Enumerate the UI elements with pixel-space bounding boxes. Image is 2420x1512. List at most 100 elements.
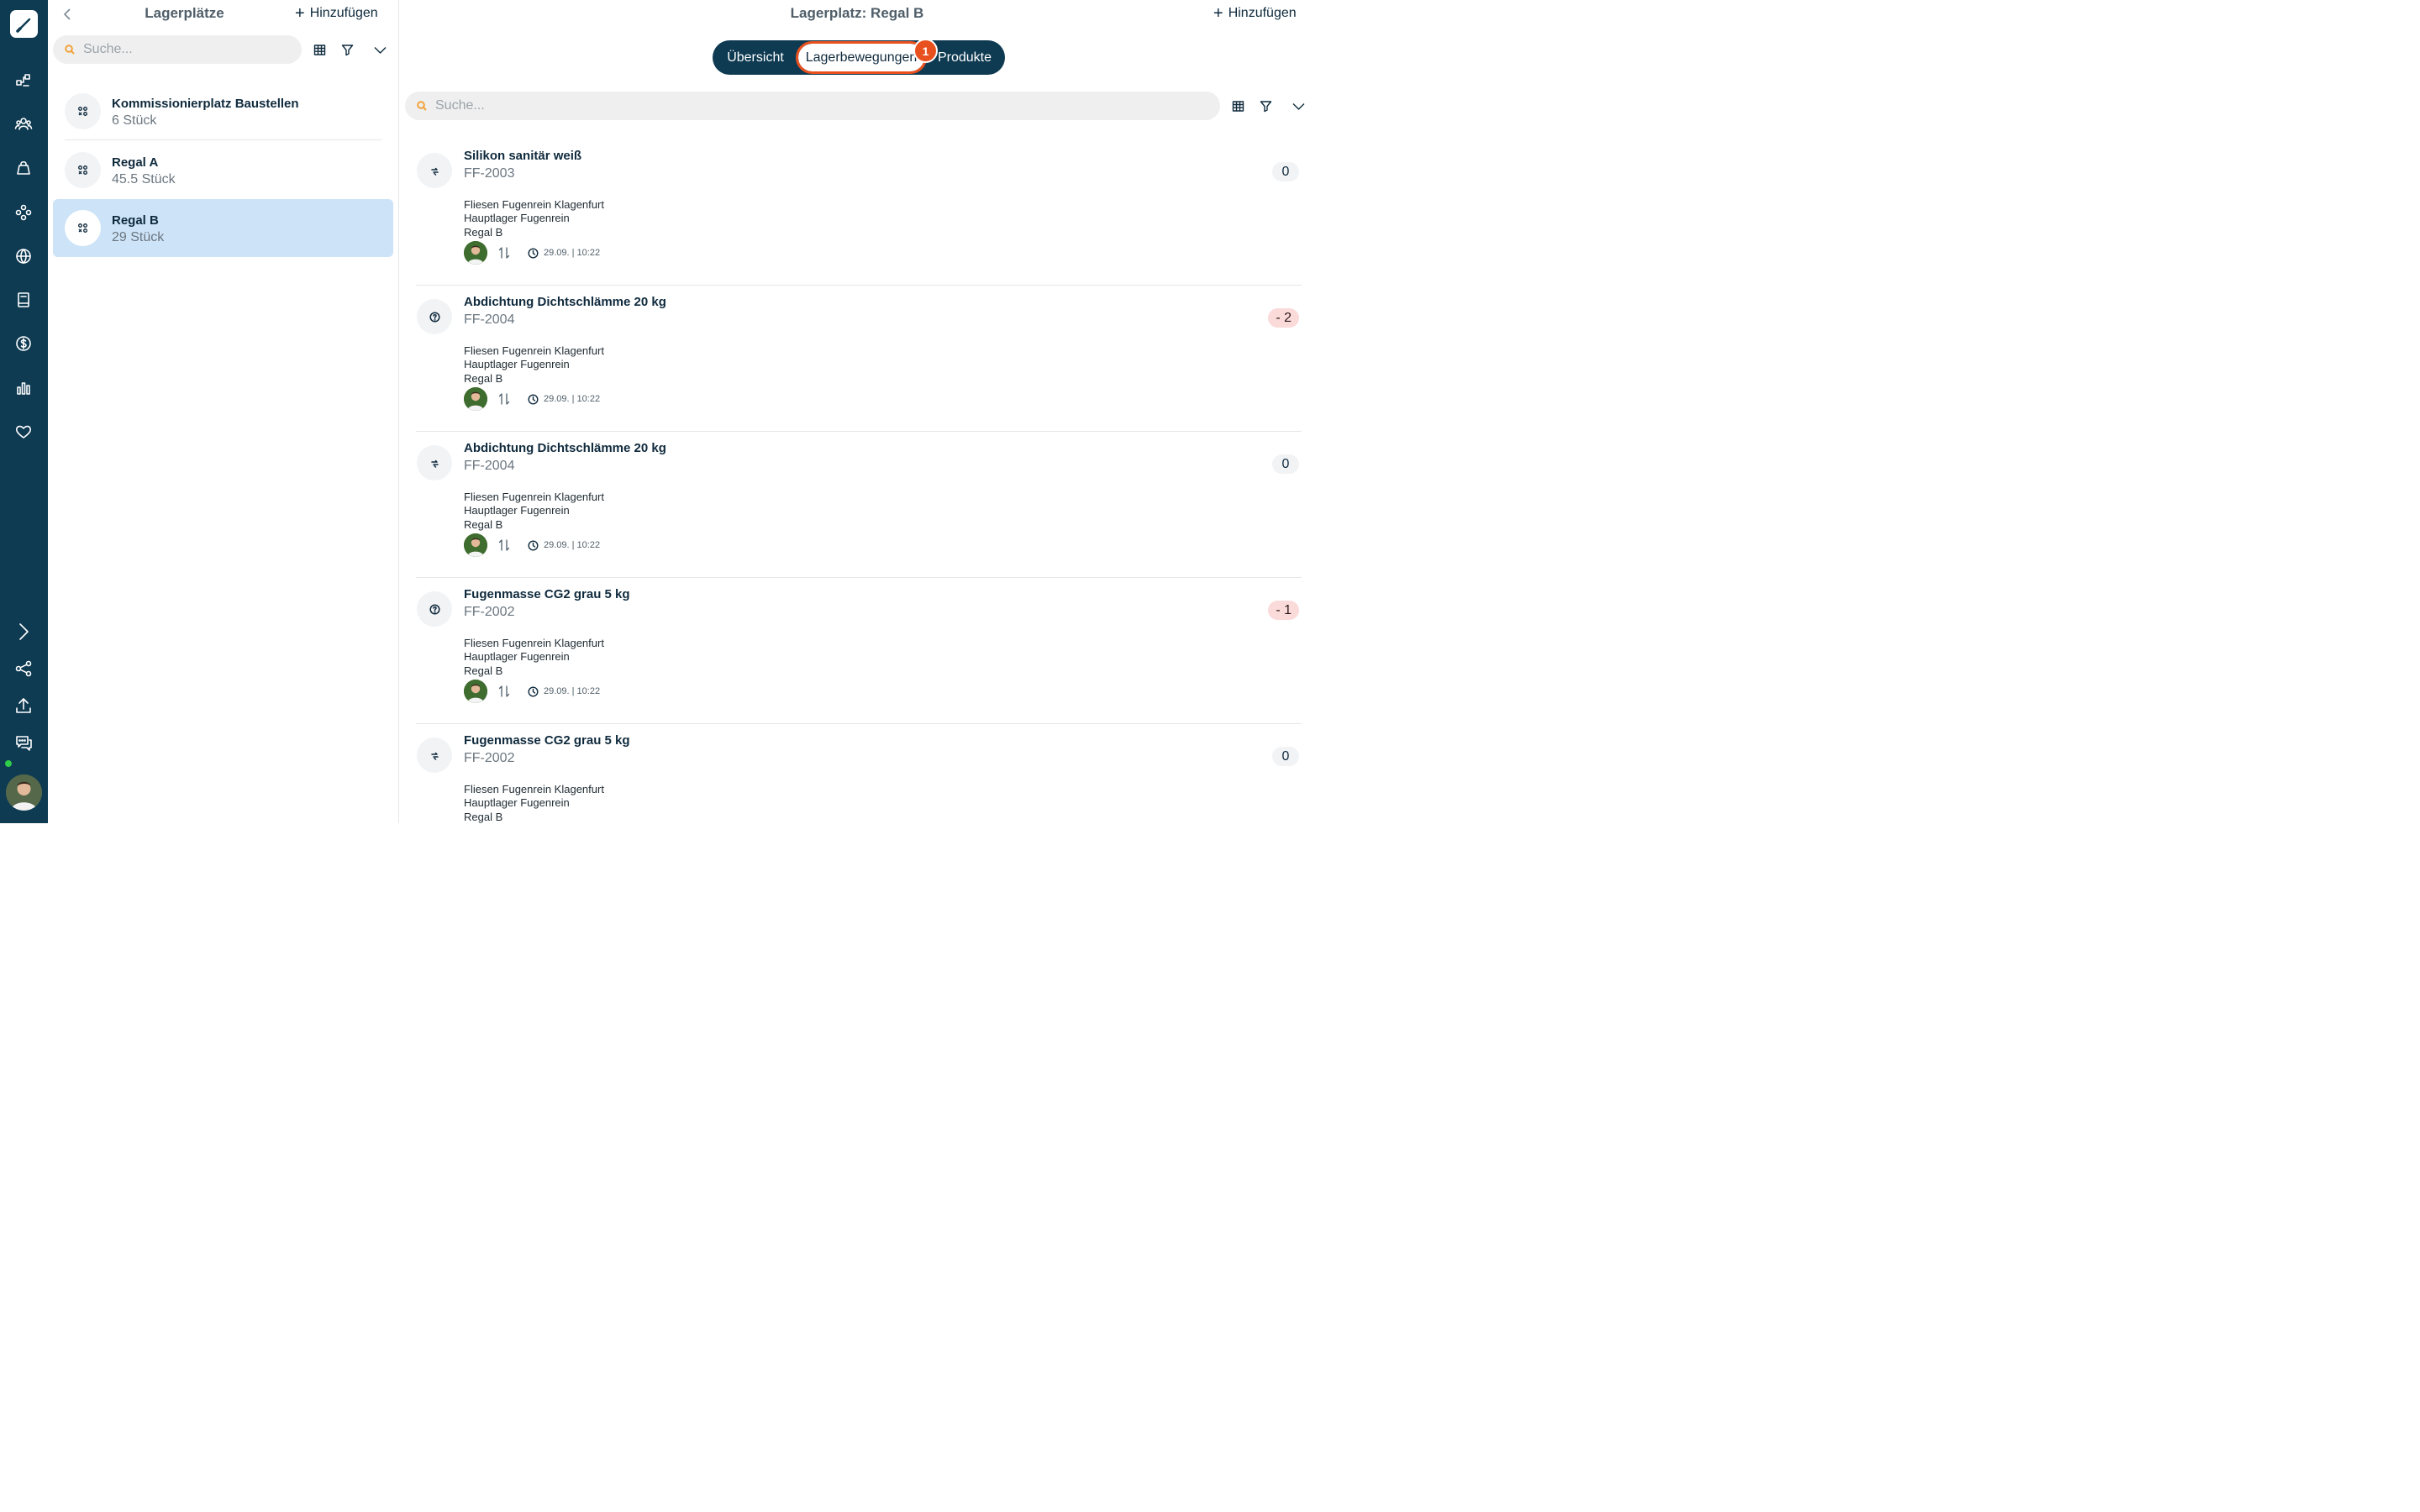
company-name: Fliesen Fugenrein Klagenfurt — [464, 783, 604, 795]
location-name: Regal B — [464, 664, 503, 677]
filter-icon[interactable] — [339, 42, 355, 57]
movement-row[interactable]: Abdichtung Dichtschlämme 20 kg FF-2004 F… — [416, 432, 1302, 578]
product-name: Fugenmasse CG2 grau 5 kg — [464, 587, 630, 601]
product-sku: FF-2003 — [464, 166, 515, 181]
team-icon[interactable] — [13, 114, 34, 134]
movement-row[interactable]: Silikon sanitär weiß FF-2003 Fliesen Fug… — [416, 139, 1302, 286]
company-name: Fliesen Fugenrein Klagenfurt — [464, 344, 604, 357]
add-movement-label: Hinzufügen — [1228, 6, 1297, 20]
share-icon[interactable] — [13, 659, 34, 679]
panel-header: Lagerplätze + Hinzufügen — [48, 0, 399, 29]
movement-meta: 29.09. | 10:22 — [464, 241, 600, 265]
tab-bar: Übersicht Lagerbewegungen Produkte — [713, 40, 1005, 75]
quantity-badge: 0 — [1272, 454, 1299, 474]
globe-icon[interactable] — [13, 246, 34, 266]
book-icon[interactable] — [13, 290, 34, 310]
product-name: Fugenmasse CG2 grau 5 kg — [464, 733, 630, 748]
plus-icon: + — [295, 4, 305, 23]
online-status-dot — [4, 759, 13, 768]
location-name: Regal B — [464, 372, 503, 385]
chevron-right-icon[interactable] — [13, 622, 34, 642]
tab-products[interactable]: Produkte — [931, 40, 998, 75]
bag-icon[interactable] — [13, 158, 34, 178]
add-location-button[interactable]: + Hinzufügen — [295, 5, 378, 22]
quantity-badge: 0 — [1272, 162, 1299, 181]
clock-icon — [528, 393, 539, 405]
question-icon — [417, 299, 452, 334]
panel-title: Lagerplätze — [145, 5, 224, 21]
product-name: Abdichtung Dichtschlämme 20 kg — [464, 295, 666, 309]
location-count: 29 Stück — [112, 230, 165, 244]
dollar-icon[interactable] — [13, 333, 34, 354]
movement-row[interactable]: Abdichtung Dichtschlämme 20 kg FF-2004 F… — [416, 286, 1302, 432]
add-movement-button[interactable]: + Hinzufügen — [1213, 5, 1297, 22]
location-item[interactable]: Regal A 45.5 Stück — [53, 141, 393, 199]
search-icon — [65, 45, 75, 55]
movement-meta: 29.09. | 10:22 — [464, 387, 600, 411]
step-badge: 1 — [913, 39, 938, 63]
swap-arrows-icon — [498, 392, 510, 406]
warehouse-name: Hauptlager Fugenrein — [464, 504, 570, 517]
user-avatar — [464, 387, 487, 411]
search-icon — [417, 101, 427, 111]
product-sku: FF-2002 — [464, 751, 515, 765]
product-sku: FF-2004 — [464, 312, 515, 327]
product-sku: FF-2004 — [464, 459, 515, 473]
chat-icon[interactable] — [13, 732, 34, 753]
plus-icon: + — [1213, 4, 1223, 23]
location-count: 45.5 Stück — [112, 172, 176, 186]
location-name: Regal A — [112, 155, 159, 170]
location-item-selected[interactable]: Regal B 29 Stück — [53, 199, 393, 257]
upload-icon[interactable] — [13, 696, 34, 716]
warehouse-name: Hauptlager Fugenrein — [464, 358, 570, 370]
location-name: Regal B — [464, 811, 503, 823]
chevron-down-icon[interactable] — [372, 42, 387, 57]
quantity-badge: - 2 — [1268, 308, 1299, 328]
swap-arrows-icon — [498, 685, 510, 698]
app-sidebar — [0, 0, 48, 823]
product-name: Silikon sanitär weiß — [464, 149, 582, 163]
tab-stock-movements[interactable]: Lagerbewegungen — [796, 41, 927, 74]
table-view-icon[interactable] — [1230, 98, 1245, 113]
storage-locations-panel: Lagerplätze + Hinzufügen Kommissionierpl… — [48, 0, 399, 823]
location-item[interactable]: Kommissionierplatz Baustellen 6 Stück — [53, 82, 393, 140]
brush-logo-icon[interactable] — [10, 10, 38, 38]
user-avatar — [464, 680, 487, 703]
quantity-badge: 0 — [1272, 747, 1299, 766]
tab-overview[interactable]: Übersicht — [721, 40, 790, 75]
movement-time: 29.09. | 10:22 — [544, 540, 601, 550]
clock-icon — [528, 539, 539, 551]
user-avatar[interactable] — [6, 774, 42, 811]
company-name: Fliesen Fugenrein Klagenfurt — [464, 491, 604, 503]
product-name: Abdichtung Dichtschlämme 20 kg — [464, 441, 666, 455]
location-name: Regal B — [464, 518, 503, 531]
swap-arrows-icon — [498, 246, 510, 260]
swap-arrows-icon — [498, 538, 510, 552]
movement-meta: 29.09. | 10:22 — [464, 680, 600, 703]
heart-icon[interactable] — [13, 422, 34, 442]
filter-icon[interactable] — [1258, 98, 1273, 113]
flow-icon[interactable] — [13, 71, 34, 91]
user-avatar — [464, 533, 487, 557]
movement-time: 29.09. | 10:22 — [544, 394, 601, 404]
add-location-label: Hinzufügen — [309, 6, 378, 20]
movement-meta: 29.09. | 10:22 — [464, 533, 600, 557]
transfer-icon — [417, 445, 452, 480]
chart-icon[interactable] — [13, 378, 34, 398]
table-view-icon[interactable] — [312, 42, 327, 57]
movement-row[interactable]: Fugenmasse CG2 grau 5 kg FF-2002 Fliesen… — [416, 724, 1302, 870]
chevron-down-icon[interactable] — [1291, 98, 1306, 113]
location-name: Kommissionierplatz Baustellen — [112, 97, 299, 111]
warehouse-name: Hauptlager Fugenrein — [464, 796, 570, 809]
modules-icon[interactable] — [13, 202, 34, 223]
location-count: 6 Stück — [112, 113, 157, 128]
user-avatar — [464, 241, 487, 265]
location-icon — [65, 210, 101, 246]
transfer-icon — [417, 153, 452, 188]
movement-search-input[interactable] — [435, 98, 1159, 113]
movement-row[interactable]: Fugenmasse CG2 grau 5 kg FF-2002 Fliesen… — [416, 578, 1302, 724]
location-search-input[interactable] — [83, 42, 297, 57]
warehouse-name: Hauptlager Fugenrein — [464, 650, 570, 663]
quantity-badge: - 1 — [1268, 601, 1299, 620]
question-icon — [417, 591, 452, 627]
